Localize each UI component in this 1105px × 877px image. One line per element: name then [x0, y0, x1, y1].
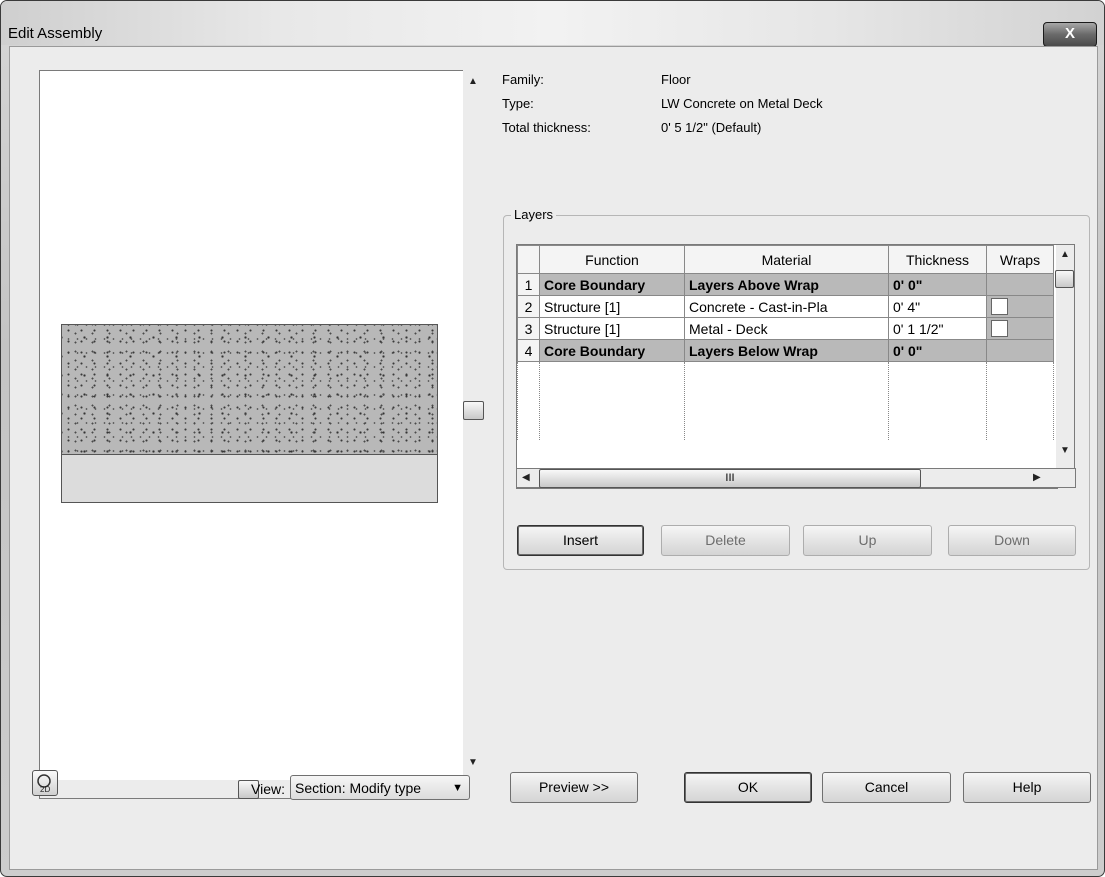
svg-text:2D: 2D — [40, 785, 50, 794]
preview-button[interactable]: Preview >> — [510, 772, 638, 803]
empty-cell — [684, 361, 889, 440]
layers-legend: Layers — [511, 207, 557, 222]
scroll-left-icon[interactable]: ◀ — [522, 473, 530, 483]
thickness-column-header[interactable]: Thickness — [888, 245, 987, 274]
close-button[interactable]: X — [1043, 22, 1097, 47]
help-button[interactable]: Help — [963, 772, 1091, 803]
scroll-down-icon[interactable]: ▼ — [468, 758, 478, 768]
type-value: LW Concrete on Metal Deck — [661, 96, 823, 111]
empty-cell — [517, 361, 540, 440]
wraps-cell — [986, 295, 1054, 318]
delete-button[interactable]: Delete — [661, 525, 790, 556]
wraps-checkbox[interactable] — [991, 298, 1008, 316]
thickness-cell[interactable]: 0' 1 1/2" — [888, 317, 987, 340]
empty-cell — [986, 361, 1054, 440]
wraps-checkbox[interactable] — [991, 320, 1008, 338]
material-cell[interactable]: Layers Below Wrap — [684, 339, 889, 362]
wraps-cell — [986, 339, 1054, 362]
row-number-header — [517, 245, 540, 274]
view-select-value: Section: Modify type — [295, 780, 422, 796]
section-preview-pane[interactable] — [39, 70, 465, 781]
thickness-cell[interactable]: 0' 0" — [888, 273, 987, 296]
close-icon: X — [1064, 25, 1075, 42]
row-number[interactable]: 3 — [517, 317, 540, 340]
layers-table: Function Material Thickness Wraps 1 Core… — [517, 245, 1054, 440]
preview-vertical-scrollbar[interactable]: ▲ ▼ — [463, 70, 484, 781]
layers-horizontal-scrollbar[interactable]: ◀ III ▶ — [516, 468, 1076, 488]
material-cell[interactable]: Metal - Deck — [684, 317, 889, 340]
view-2d-icon[interactable]: 2D — [32, 770, 58, 796]
concrete-layer-hatch — [61, 324, 438, 455]
wraps-column-header[interactable]: Wraps — [986, 245, 1054, 274]
row-number[interactable]: 2 — [517, 295, 540, 318]
cancel-button[interactable]: Cancel — [822, 772, 951, 803]
empty-cell — [539, 361, 685, 440]
total-thickness-label: Total thickness: — [502, 120, 591, 135]
wraps-cell — [986, 273, 1054, 296]
preview-vscroll-thumb[interactable] — [463, 401, 484, 420]
table-row[interactable]: 1 Core Boundary Layers Above Wrap 0' 0" — [517, 273, 1054, 296]
scroll-down-icon[interactable]: ▼ — [1060, 446, 1070, 456]
type-label: Type: — [502, 96, 534, 111]
title-bar: Edit Assembly X — [1, 1, 1104, 47]
scroll-up-icon[interactable]: ▲ — [1060, 250, 1070, 260]
table-empty-row — [517, 361, 1054, 440]
function-cell[interactable]: Core Boundary — [539, 273, 685, 296]
material-cell[interactable]: Layers Above Wrap — [684, 273, 889, 296]
table-row[interactable]: 4 Core Boundary Layers Below Wrap 0' 0" — [517, 339, 1054, 362]
layers-grid[interactable]: Function Material Thickness Wraps 1 Core… — [516, 244, 1058, 489]
row-number[interactable]: 1 — [517, 273, 540, 296]
dropdown-caret-icon: ▼ — [452, 782, 463, 794]
empty-cell — [888, 361, 987, 440]
function-cell[interactable]: Structure [1] — [539, 295, 685, 318]
view-select[interactable]: Section: Modify type ▼ — [290, 775, 470, 800]
function-cell[interactable]: Core Boundary — [539, 339, 685, 362]
total-thickness-value: 0' 5 1/2" (Default) — [661, 120, 762, 135]
table-row[interactable]: 2 Structure [1] Concrete - Cast-in-Pla 0… — [517, 295, 1054, 318]
dialog-client-area: ▲ ▼ ◀ ▶ Family: Floor Type: LW Concrete … — [9, 46, 1098, 870]
scroll-grip: III — [725, 472, 735, 484]
wraps-cell — [986, 317, 1054, 340]
scroll-up-icon[interactable]: ▲ — [468, 77, 478, 87]
material-cell[interactable]: Concrete - Cast-in-Pla — [684, 295, 889, 318]
down-button[interactable]: Down — [948, 525, 1076, 556]
layers-header-row: Function Material Thickness Wraps — [517, 245, 1054, 274]
layers-hscroll-thumb[interactable]: III — [539, 469, 921, 488]
ok-button[interactable]: OK — [684, 772, 812, 803]
function-column-header[interactable]: Function — [539, 245, 685, 274]
material-column-header[interactable]: Material — [684, 245, 889, 274]
dialog-title: Edit Assembly — [8, 25, 103, 42]
family-value: Floor — [661, 72, 691, 87]
row-number[interactable]: 4 — [517, 339, 540, 362]
view-label: View: — [251, 781, 285, 797]
edit-assembly-dialog: Edit Assembly X ▲ ▼ ◀ ▶ Family: Floor Ty… — [0, 0, 1105, 877]
function-cell[interactable]: Structure [1] — [539, 317, 685, 340]
layers-vscroll-thumb[interactable] — [1055, 270, 1074, 288]
table-row[interactable]: 3 Structure [1] Metal - Deck 0' 1 1/2" — [517, 317, 1054, 340]
thickness-cell[interactable]: 0' 0" — [888, 339, 987, 362]
insert-button[interactable]: Insert — [517, 525, 644, 556]
layers-vertical-scrollbar[interactable]: ▲ ▼ — [1055, 244, 1075, 470]
metal-deck-layer — [61, 454, 438, 503]
thickness-cell[interactable]: 0' 4" — [888, 295, 987, 318]
up-button[interactable]: Up — [803, 525, 932, 556]
family-label: Family: — [502, 72, 544, 87]
scroll-right-icon[interactable]: ▶ — [1033, 473, 1041, 483]
